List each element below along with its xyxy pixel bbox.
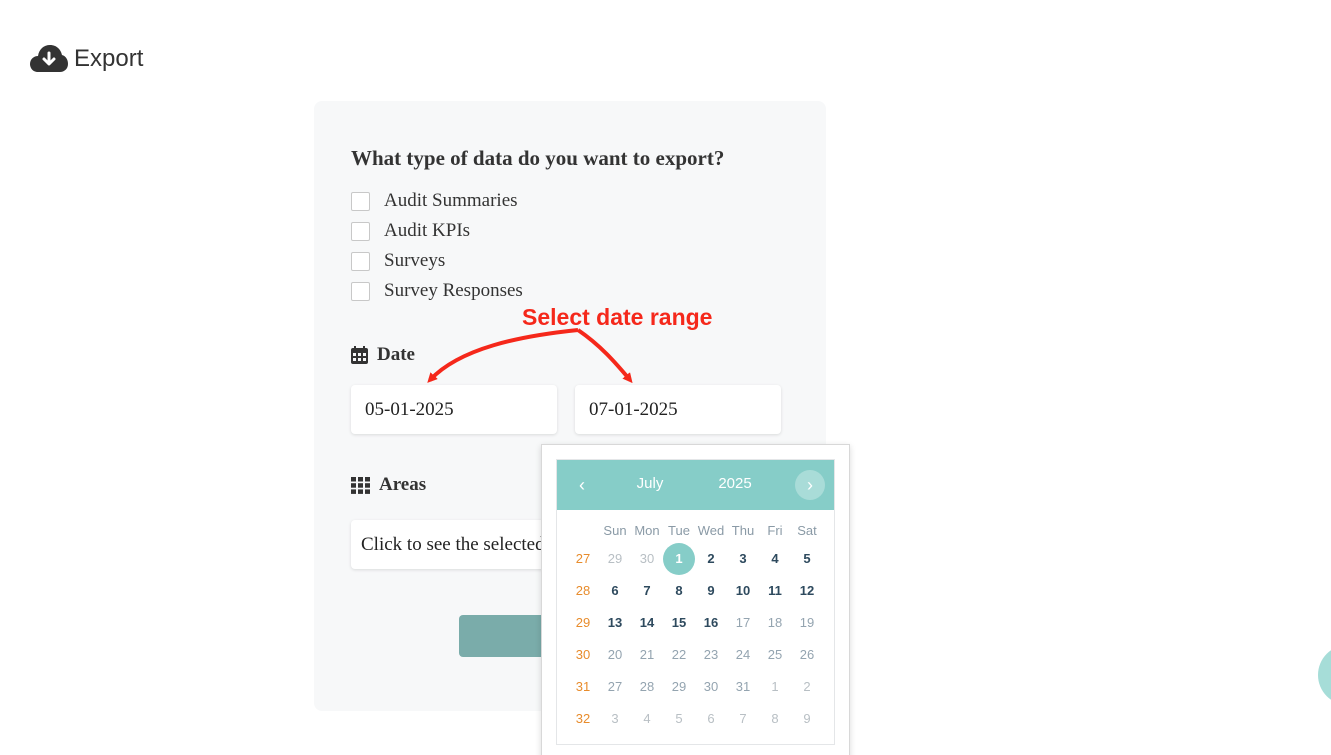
checkbox[interactable]	[351, 221, 370, 241]
weekday-label: Sat	[797, 522, 817, 538]
day-cell[interactable]: 26	[791, 647, 823, 662]
day-cell[interactable]: 6	[599, 583, 631, 598]
week-number: 28	[575, 582, 591, 598]
day-cell[interactable]: 29	[663, 679, 695, 694]
day-cell[interactable]: 5	[663, 711, 695, 726]
option-audit-kpis[interactable]: Audit KPIs	[351, 220, 470, 242]
checkbox[interactable]	[351, 251, 370, 271]
day-cell[interactable]: 13	[599, 615, 631, 630]
end-date-input[interactable]: 07-01-2025	[575, 385, 781, 434]
weekday-label: Tue	[668, 522, 690, 538]
week-number: 29	[575, 614, 591, 630]
option-survey-responses[interactable]: Survey Responses	[351, 280, 523, 302]
day-cell[interactable]: 9	[791, 711, 823, 726]
datepicker-popup: ‹ July 2025 › Sun Mon Tue Wed Thu Fri Sat 27 29 3…	[541, 444, 850, 755]
datepicker-header: ‹ July 2025 ›	[557, 460, 834, 510]
day-cell[interactable]: 30	[695, 679, 727, 694]
option-label: Audit Summaries	[384, 190, 518, 211]
date-label: Date	[377, 344, 415, 365]
day-cell[interactable]: 23	[695, 647, 727, 662]
option-label: Survey Responses	[384, 280, 523, 301]
week-row: 28 6 7 8 9 10 11 12	[567, 574, 823, 606]
day-cell[interactable]: 19	[791, 615, 823, 630]
calendar-icon	[351, 346, 368, 364]
cloud-download-icon	[30, 45, 68, 72]
areas-select[interactable]: Click to see the selected areas	[351, 520, 551, 569]
areas-section-label: Areas	[351, 474, 426, 496]
day-cell[interactable]: 2	[695, 551, 727, 566]
week-row: 32 3 4 5 6 7 8 9	[567, 702, 823, 734]
day-cell[interactable]: 3	[727, 551, 759, 566]
day-cell[interactable]: 22	[663, 647, 695, 662]
week-row: 29 13 14 15 16 17 18 19	[567, 606, 823, 638]
checkbox[interactable]	[351, 281, 370, 301]
day-cell[interactable]: 21	[631, 647, 663, 662]
day-cell[interactable]: 12	[791, 583, 823, 598]
day-cell[interactable]: 4	[759, 551, 791, 566]
datepicker-calendar: ‹ July 2025 › Sun Mon Tue Wed Thu Fri Sat 27 29 3…	[556, 459, 835, 745]
week-number: 31	[575, 678, 591, 694]
day-cell[interactable]: 17	[727, 615, 759, 630]
day-cell[interactable]: 29	[599, 551, 631, 566]
page-header: Export	[30, 44, 143, 74]
day-cell[interactable]: 25	[759, 647, 791, 662]
year-label[interactable]: 2025	[707, 475, 763, 492]
day-cell[interactable]: 8	[663, 583, 695, 598]
weekday-label: Fri	[767, 522, 783, 538]
day-cell[interactable]: 20	[599, 647, 631, 662]
weekday-header-row: Sun Mon Tue Wed Thu Fri Sat	[567, 518, 823, 542]
weekday-label: Thu	[731, 522, 755, 538]
day-cell[interactable]: 30	[631, 551, 663, 566]
areas-label: Areas	[379, 474, 427, 495]
annotation-text: Select date range	[522, 304, 713, 330]
checkbox[interactable]	[351, 191, 370, 211]
prev-month-button[interactable]: ‹	[569, 470, 595, 500]
day-cell[interactable]: 5	[791, 551, 823, 566]
page-title: Export	[74, 45, 144, 72]
weekday-label: Wed	[697, 522, 725, 538]
grid-icon	[351, 476, 370, 494]
day-cell[interactable]: 27	[599, 679, 631, 694]
option-audit-summaries[interactable]: Audit Summaries	[351, 190, 518, 212]
day-cell[interactable]: 31	[727, 679, 759, 694]
day-cell[interactable]: 10	[727, 583, 759, 598]
weekday-label: Sun	[603, 522, 627, 538]
day-cell[interactable]: 18	[759, 615, 791, 630]
day-cell[interactable]: 16	[695, 615, 727, 630]
next-month-button[interactable]: ›	[795, 470, 825, 500]
day-cell[interactable]: 24	[727, 647, 759, 662]
day-cell[interactable]: 9	[695, 583, 727, 598]
option-label: Surveys	[384, 250, 446, 271]
date-section-label: Date	[351, 344, 415, 366]
start-date-input[interactable]: 05-01-2025	[351, 385, 557, 434]
week-row: 31 27 28 29 30 31 1 2	[567, 670, 823, 702]
day-cell[interactable]: 8	[759, 711, 791, 726]
day-cell[interactable]: 28	[631, 679, 663, 694]
week-row: 27 29 30 1 2 3 4 5	[567, 542, 823, 575]
option-surveys[interactable]: Surveys	[351, 250, 445, 272]
day-cell[interactable]: 7	[631, 583, 663, 598]
week-row: 30 20 21 22 23 24 25 26	[567, 638, 823, 670]
day-cell[interactable]: 1	[759, 679, 791, 694]
day-cell[interactable]: 14	[631, 615, 663, 630]
datepicker-grid: Sun Mon Tue Wed Thu Fri Sat 27 29 30 1 2 3 4 5 28 6 7 8 9 10…	[567, 518, 823, 734]
day-cell[interactable]: 4	[631, 711, 663, 726]
day-cell[interactable]: 6	[695, 711, 727, 726]
day-cell[interactable]: 11	[759, 583, 791, 598]
week-number: 30	[575, 646, 591, 662]
week-number: 27	[575, 550, 591, 566]
day-cell[interactable]: 3	[599, 711, 631, 726]
week-number: 32	[575, 710, 591, 726]
floating-help-button[interactable]	[1318, 645, 1331, 705]
day-cell[interactable]: 2	[791, 679, 823, 694]
weekday-label: Mon	[634, 522, 660, 538]
export-question: What type of data do you want to export?	[351, 146, 725, 170]
day-number: 1	[675, 550, 683, 566]
day-cell[interactable]: 15	[663, 615, 695, 630]
day-cell[interactable]: 7	[727, 711, 759, 726]
option-label: Audit KPIs	[384, 220, 471, 241]
month-label[interactable]: July	[627, 475, 673, 492]
day-cell-selected[interactable]: 1	[663, 542, 695, 575]
